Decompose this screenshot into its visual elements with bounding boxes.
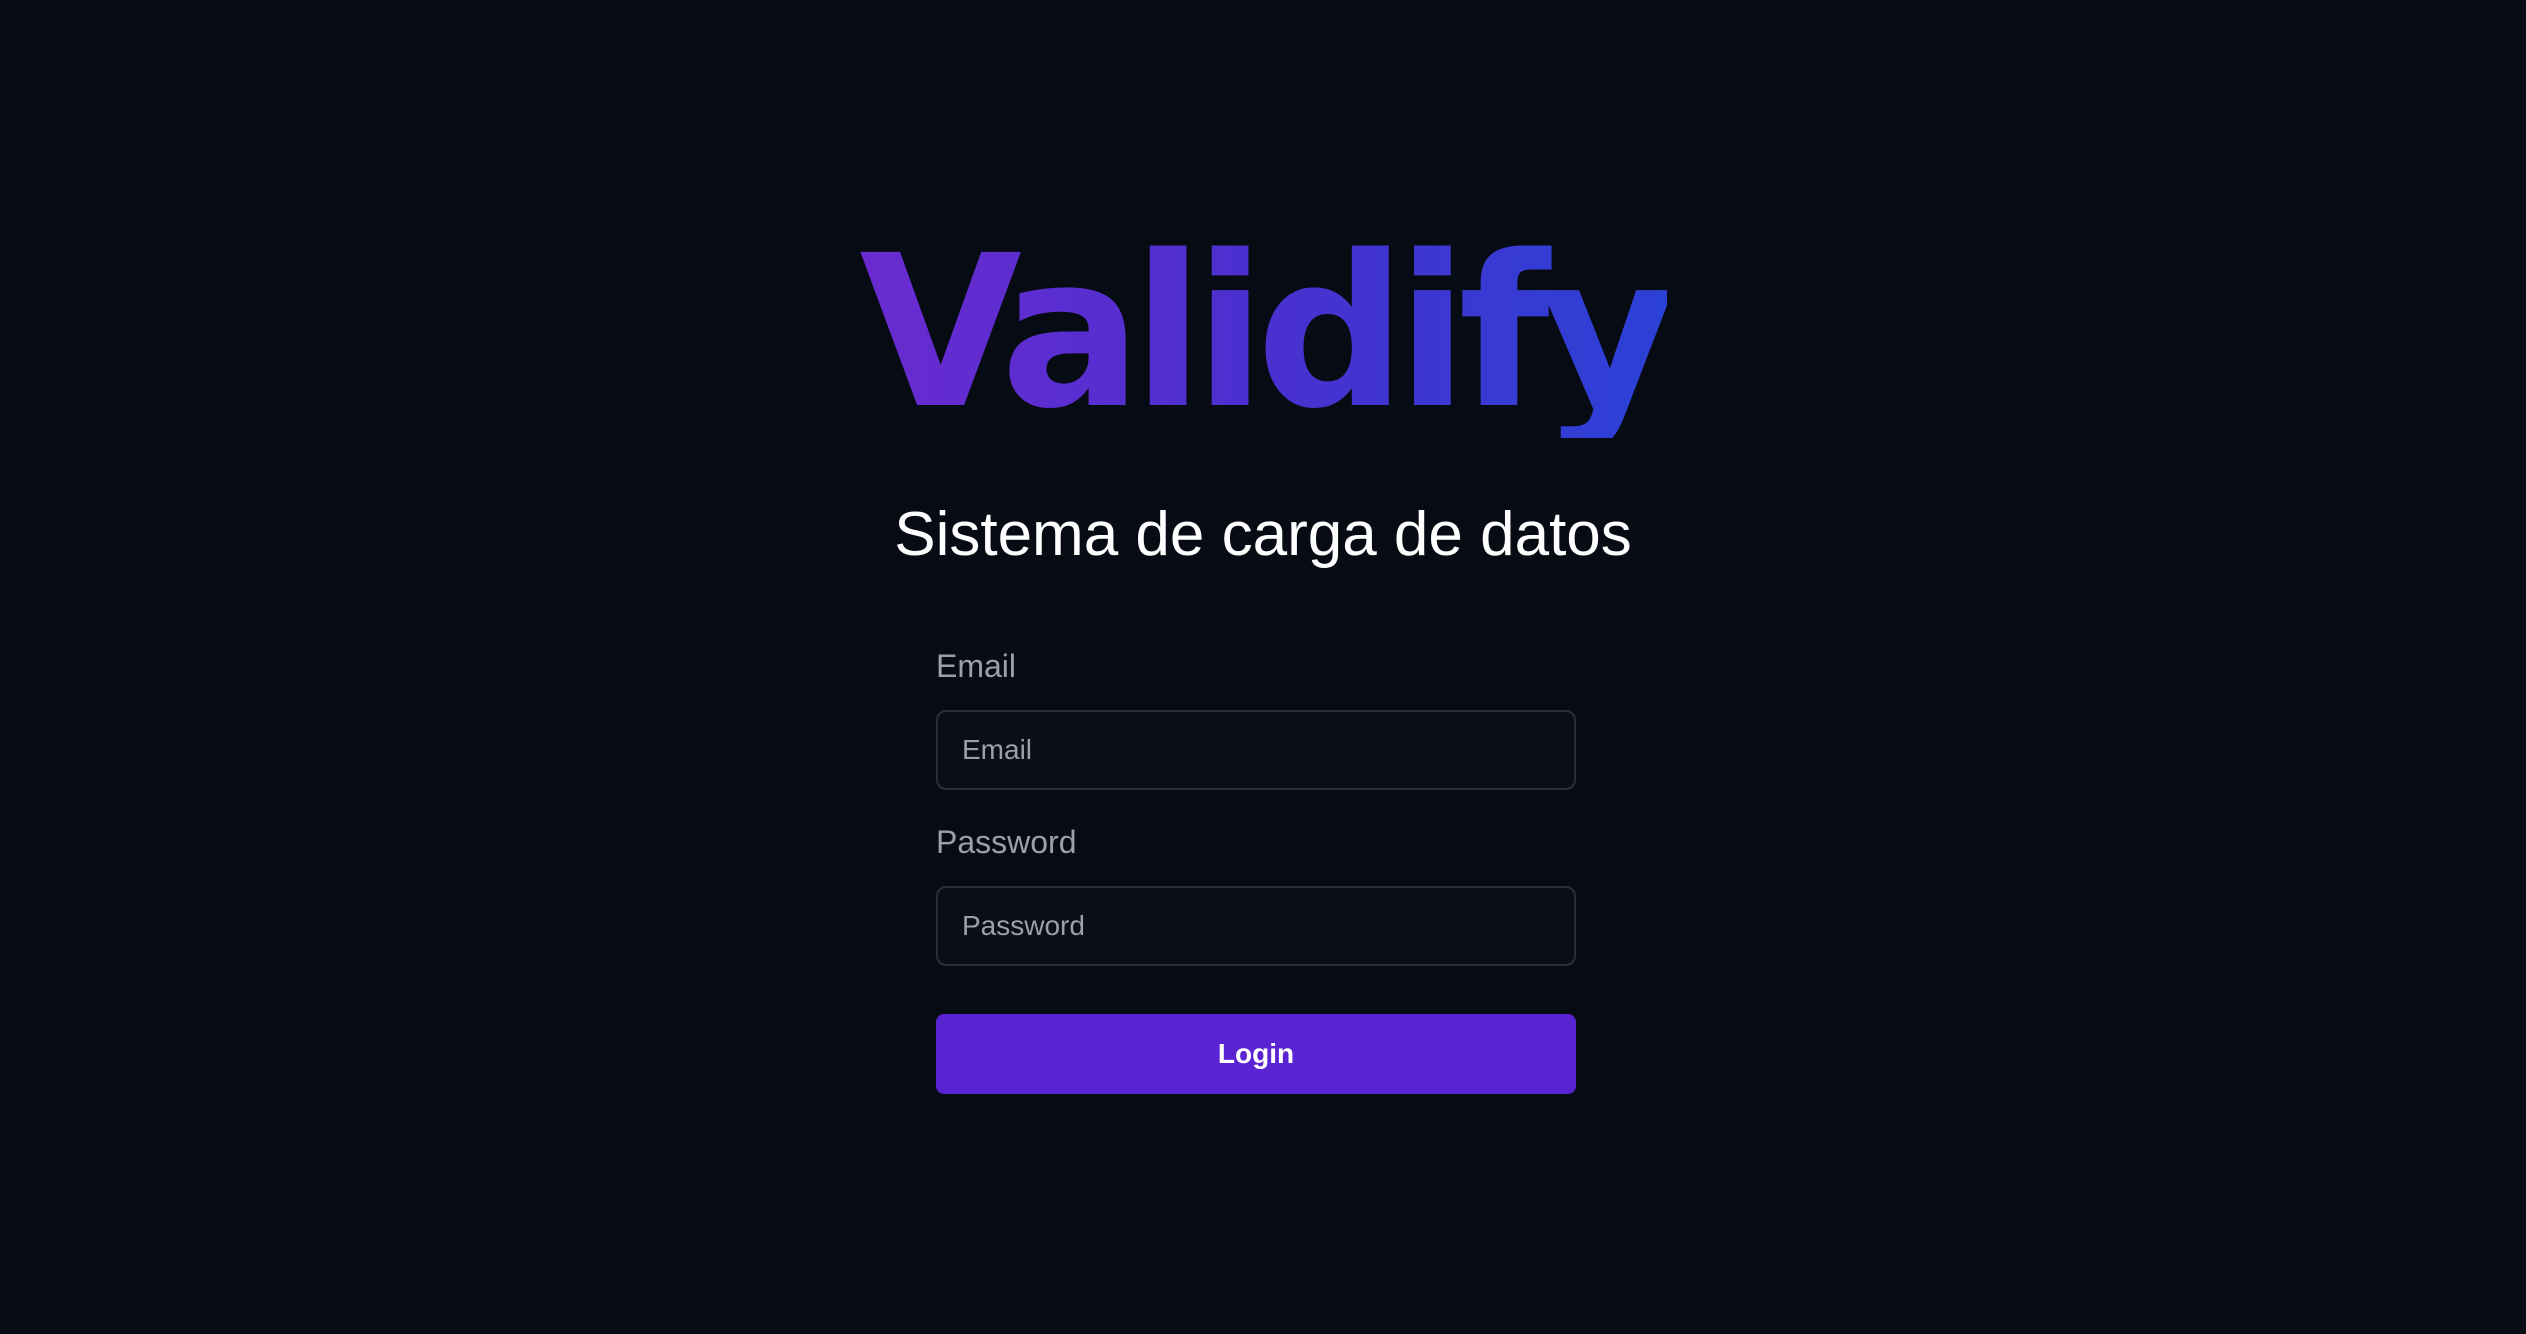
login-form: Email Password Login	[936, 644, 1576, 1094]
email-label: Email	[936, 648, 1017, 684]
page-subtitle: Sistema de carga de datos	[894, 500, 1632, 569]
email-input[interactable]	[936, 710, 1576, 790]
password-label: Password	[936, 824, 1077, 860]
password-input[interactable]	[936, 886, 1576, 966]
logo-text: Validify	[859, 210, 1676, 455]
validify-logo: Validify	[0, 228, 2526, 438]
login-page: Validify Sistema de carga de datos Email…	[0, 0, 2526, 1334]
login-button[interactable]: Login	[936, 1014, 1576, 1094]
